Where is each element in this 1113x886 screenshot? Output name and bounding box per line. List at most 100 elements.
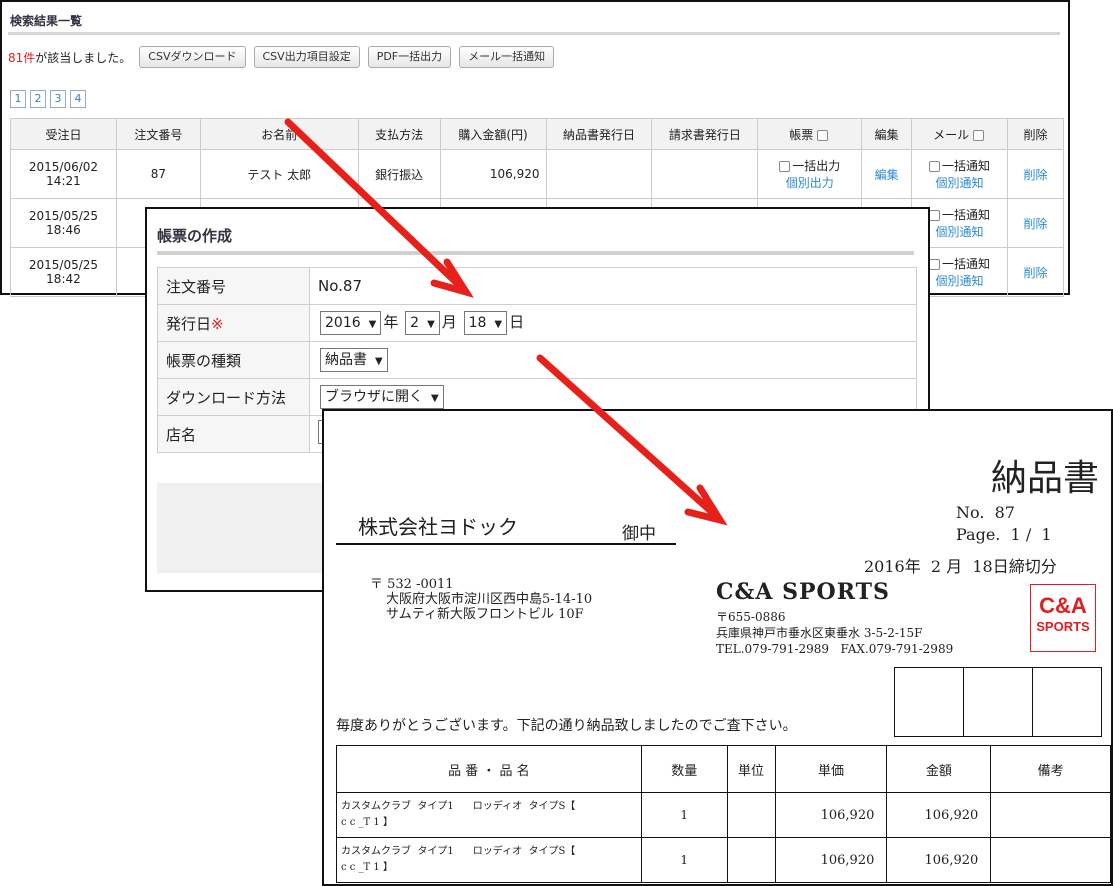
order-date-cell: 2015/05/25 18:46 [10,198,117,248]
unit-cell [726,837,776,883]
order-number-label: 注文番号 [157,267,310,305]
column-header: 金額 [886,745,992,793]
slip-item-row: カスタムクラブ タイプ1 ロッディオ タイプS【 c c _T 1 】 1 106… [336,837,1111,883]
price-cell: 106,920 [774,792,888,838]
download-method-select[interactable]: ブラウザに開く ▼ [320,385,444,409]
company-info: 〒655-0886 兵庫県神戸市垂水区東垂水 3-5-2-15F TEL.079… [716,610,954,656]
form-footer-area [157,483,327,573]
table-header-row: 受注日 注文番号 お名前 支払方法 購入金額(円) 納品書発行日 請求書発行日 … [10,118,1065,150]
mail-bulk-checkbox[interactable] [929,161,941,172]
slip-bulk-checkbox[interactable] [779,161,791,172]
results-title: 検索結果一覧 [10,14,83,28]
column-header: 受注日 [10,118,117,150]
column-header-mail: メール [911,118,1008,150]
slip-title: 納品書 [990,458,1099,499]
month-select[interactable]: 2 ▼ [405,311,440,335]
delivery-slip-preview: 納品書 No. 87 Page. 1 / 1 2016年 2 月 18日締切分 … [322,409,1113,886]
mail-cell: 一括通知 個別通知 [911,149,1008,199]
column-header: 購入金額(円) [439,118,547,150]
slip-deadline: 2016年 2 月 18日締切分 [864,557,1057,576]
column-header: 編集 [861,118,913,150]
delete-link[interactable]: 削除 [1023,168,1047,182]
table-row: 2015/06/02 14:21 87 テスト 太郎 銀行振込 106,920 一… [10,149,1065,199]
order-date-cell: 2015/06/02 14:21 [10,149,117,199]
delete-link[interactable]: 削除 [1023,266,1047,280]
slip-type-select[interactable]: 納品書 ▼ [320,348,388,372]
slip-header-row: 品 番 ・ 品 名 数量 単位 単価 金額 備考 [336,745,1111,793]
column-header: 数量 [640,745,728,793]
column-header: 削除 [1006,118,1065,150]
page-link[interactable]: 3 [50,90,66,108]
mail-bulk-checkbox[interactable] [929,210,941,221]
slip-individual-link[interactable]: 個別出力 [786,176,834,190]
mail-individual-link[interactable]: 個別通知 [936,274,984,288]
year-select[interactable]: 2016 ▼ [320,311,382,335]
edit-link[interactable]: 編集 [875,168,899,182]
day-select[interactable]: 18 ▼ [463,311,508,335]
page-link[interactable]: 1 [10,90,26,108]
chevron-down-icon: ▼ [427,319,435,330]
delete-cell: 削除 [1006,198,1065,248]
qty-cell: 1 [640,837,728,883]
customer-honorific: 御中 [622,524,656,544]
column-header: 支払方法 [357,118,441,150]
slip-cell: 一括出力 個別出力 [757,149,863,199]
results-toolbar: 81件が該当しました。 CSVダウンロード CSV出力項目設定 PDF一括出力 … [8,46,555,68]
stamp-box [964,668,1033,736]
customer-address: 〒 532 -0011 大阪府大阪市淀川区西中島5-14-10 サムティ新大阪フ… [370,577,593,622]
customer-underline [336,543,676,545]
shop-name-label: 店名 [157,415,310,453]
slip-item-row: カスタムクラブ タイプ1 ロッディオ タイプS【 c c _T 1 】 1 106… [336,792,1111,838]
payment-cell: 銀行振込 [357,149,441,199]
issue-date-fields: 2016 ▼ 年 2 ▼ 月 18 ▼ 日 [309,304,917,342]
mail-bulk-checkbox[interactable] [929,259,941,270]
column-header: 単価 [774,745,888,793]
stamp-box [895,668,964,736]
stamp-boxes [894,667,1102,737]
column-header: 単位 [726,745,776,793]
company-logo: C&A SPORTS [1030,584,1096,652]
order-number-cell: 87 [115,149,201,199]
mail-bulk-button[interactable]: メール一括通知 [459,46,555,68]
column-header: 請求書発行日 [651,118,759,150]
item-name-cell: カスタムクラブ タイプ1 ロッディオ タイプS【 c c _T 1 】 [336,792,642,838]
customer-name: 株式会社ヨドック [358,515,518,539]
order-date-cell: 2015/05/25 18:42 [10,247,117,297]
pdf-bulk-button[interactable]: PDF一括出力 [367,46,452,68]
slip-items-table: 品 番 ・ 品 名 数量 単位 単価 金額 備考 カスタムクラブ タイプ1 ロッ… [336,745,1111,883]
note-cell [990,837,1111,883]
price-cell: 106,920 [774,837,888,883]
page-link[interactable]: 2 [30,90,46,108]
edit-cell: 編集 [861,149,913,199]
delete-cell: 削除 [1006,247,1065,297]
result-summary: 81件が該当しました。 [8,50,132,65]
column-header: 備考 [990,745,1111,793]
page-link[interactable]: 4 [70,90,86,108]
csv-download-button[interactable]: CSVダウンロード [139,46,246,68]
note-cell [990,792,1111,838]
form-title: 帳票の作成 [157,227,233,245]
company-name: C&A SPORTS [716,579,890,605]
form-row-order: 注文番号 No.87 [157,267,917,305]
slip-type-field: 納品書 ▼ [309,341,917,379]
amount-cell: 106,920 [886,792,992,838]
unit-cell [726,792,776,838]
column-header-slip: 帳票 [757,118,863,150]
column-header: お名前 [199,118,359,150]
mail-individual-link[interactable]: 個別通知 [936,225,984,239]
slip-type-label: 帳票の種類 [157,341,310,379]
chevron-down-icon: ▼ [368,319,377,330]
issue-date-label: 発行日※ [157,304,310,342]
select-all-mail-checkbox[interactable] [972,129,984,141]
select-all-slip-checkbox[interactable] [817,129,829,141]
csv-settings-button[interactable]: CSV出力項目設定 [253,46,360,68]
pagination: 1 2 3 4 [10,90,86,108]
invoice-date-cell [651,149,759,199]
mail-individual-link[interactable]: 個別通知 [936,176,984,190]
chevron-down-icon: ▼ [375,356,383,367]
required-mark: ※ [211,314,224,333]
result-count: 81件 [8,50,36,65]
delete-link[interactable]: 削除 [1023,217,1047,231]
customer-name-cell: テスト 太郎 [199,149,359,199]
column-header: 納品書発行日 [545,118,653,150]
